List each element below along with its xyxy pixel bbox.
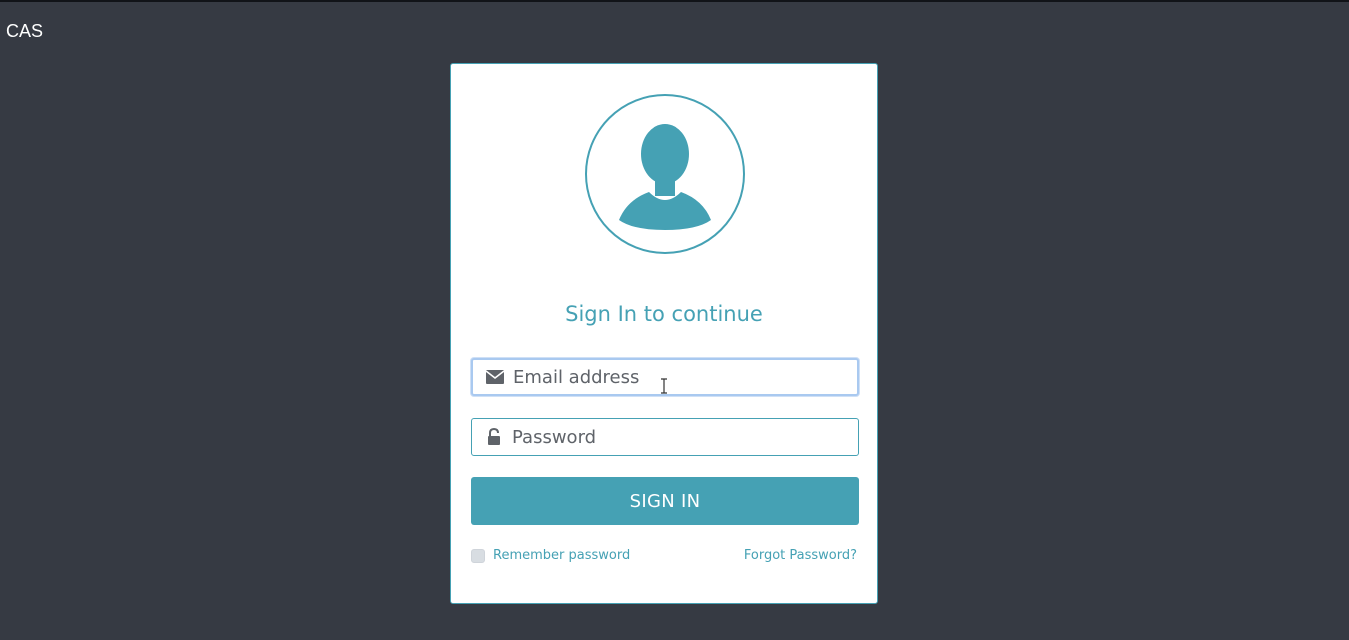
- envelope-icon: [485, 367, 505, 387]
- password-field[interactable]: [471, 418, 859, 456]
- password-input[interactable]: [512, 419, 842, 455]
- email-field[interactable]: [471, 358, 859, 396]
- remember-label: Remember password: [493, 548, 631, 563]
- text-cursor-icon: [661, 378, 667, 394]
- remember-password[interactable]: Remember password: [471, 548, 630, 563]
- sign-in-button[interactable]: SIGN IN: [471, 477, 859, 525]
- user-silhouette-icon: [619, 124, 711, 230]
- email-input[interactable]: [513, 360, 843, 394]
- app-brand: CAS: [6, 21, 44, 41]
- avatar: [585, 94, 745, 254]
- remember-checkbox[interactable]: [471, 548, 485, 563]
- page-title: Sign In to continue: [565, 302, 763, 326]
- login-card: Sign In to continue SIGN IN Remember pas…: [450, 63, 878, 604]
- forgot-password-link[interactable]: Forgot Password?: [744, 548, 857, 563]
- unlock-icon: [484, 427, 504, 447]
